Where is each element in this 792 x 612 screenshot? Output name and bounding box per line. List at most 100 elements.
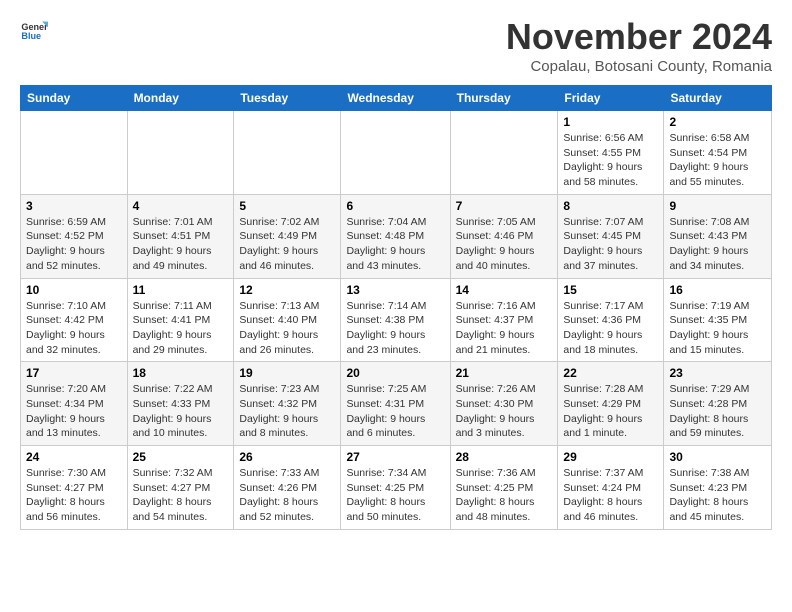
day-info: Sunrise: 7:14 AM Sunset: 4:38 PM Dayligh… [346, 299, 444, 358]
day-info: Sunrise: 7:02 AM Sunset: 4:49 PM Dayligh… [239, 215, 335, 274]
day-number: 6 [346, 199, 444, 213]
calendar-week-row: 24Sunrise: 7:30 AM Sunset: 4:27 PM Dayli… [21, 446, 772, 530]
day-info: Sunrise: 7:07 AM Sunset: 4:45 PM Dayligh… [563, 215, 658, 274]
col-sunday: Sunday [21, 86, 128, 111]
table-row [234, 111, 341, 195]
col-thursday: Thursday [450, 86, 558, 111]
day-number: 20 [346, 366, 444, 380]
calendar-header-row: Sunday Monday Tuesday Wednesday Thursday… [21, 86, 772, 111]
day-info: Sunrise: 7:22 AM Sunset: 4:33 PM Dayligh… [133, 382, 229, 441]
table-row: 13 Sunrise: 7:14 AM Sunset: 4:38 PM Dayli… [341, 278, 450, 362]
table-row: 8 Sunrise: 7:07 AM Sunset: 4:45 PM Daylig… [558, 194, 664, 278]
table-row: 10Sunrise: 7:10 AM Sunset: 4:42 PM Dayli… [21, 278, 128, 362]
table-row: 19 Sunrise: 7:23 AM Sunset: 4:32 PM Dayli… [234, 362, 341, 446]
day-info: Sunrise: 7:25 AM Sunset: 4:31 PM Dayligh… [346, 382, 444, 441]
day-info: Sunrise: 7:28 AM Sunset: 4:29 PM Dayligh… [563, 382, 658, 441]
table-row: 3Sunrise: 6:59 AM Sunset: 4:52 PM Daylig… [21, 194, 128, 278]
col-saturday: Saturday [664, 86, 772, 111]
logo: General Blue [20, 16, 48, 44]
col-wednesday: Wednesday [341, 86, 450, 111]
table-row: 29 Sunrise: 7:37 AM Sunset: 4:24 PM Dayli… [558, 446, 664, 530]
day-number: 29 [563, 450, 658, 464]
day-number: 11 [133, 283, 229, 297]
table-row: 6 Sunrise: 7:04 AM Sunset: 4:48 PM Daylig… [341, 194, 450, 278]
day-number: 9 [669, 199, 766, 213]
col-friday: Friday [558, 86, 664, 111]
table-row: 18 Sunrise: 7:22 AM Sunset: 4:33 PM Dayli… [127, 362, 234, 446]
day-info: Sunrise: 7:17 AM Sunset: 4:36 PM Dayligh… [563, 299, 658, 358]
day-number: 28 [456, 450, 553, 464]
table-row: 20 Sunrise: 7:25 AM Sunset: 4:31 PM Dayli… [341, 362, 450, 446]
day-info: Sunrise: 7:38 AM Sunset: 4:23 PM Dayligh… [669, 466, 766, 525]
day-info: Sunrise: 7:32 AM Sunset: 4:27 PM Dayligh… [133, 466, 229, 525]
page-header: General Blue November 2024 Copalau, Boto… [20, 16, 772, 75]
day-number: 8 [563, 199, 658, 213]
day-number: 22 [563, 366, 658, 380]
table-row: 15 Sunrise: 7:17 AM Sunset: 4:36 PM Dayli… [558, 278, 664, 362]
location-subtitle: Copalau, Botosani County, Romania [506, 58, 772, 75]
day-number: 4 [133, 199, 229, 213]
table-row: 30 Sunrise: 7:38 AM Sunset: 4:23 PM Dayli… [664, 446, 772, 530]
day-info: Sunrise: 7:36 AM Sunset: 4:25 PM Dayligh… [456, 466, 553, 525]
day-number: 5 [239, 199, 335, 213]
table-row: 1 Sunrise: 6:56 AM Sunset: 4:55 PM Daylig… [558, 111, 664, 195]
day-info: Sunrise: 7:33 AM Sunset: 4:26 PM Dayligh… [239, 466, 335, 525]
day-number: 26 [239, 450, 335, 464]
day-number: 1 [563, 115, 658, 129]
table-row: 7Sunrise: 7:05 AM Sunset: 4:46 PM Daylig… [450, 194, 558, 278]
day-info: Sunrise: 7:05 AM Sunset: 4:46 PM Dayligh… [456, 215, 553, 274]
table-row: 22 Sunrise: 7:28 AM Sunset: 4:29 PM Dayli… [558, 362, 664, 446]
day-number: 2 [669, 115, 766, 129]
table-row: 9 Sunrise: 7:08 AM Sunset: 4:43 PM Daylig… [664, 194, 772, 278]
day-info: Sunrise: 7:04 AM Sunset: 4:48 PM Dayligh… [346, 215, 444, 274]
day-number: 18 [133, 366, 229, 380]
day-info: Sunrise: 7:08 AM Sunset: 4:43 PM Dayligh… [669, 215, 766, 274]
table-row: 14Sunrise: 7:16 AM Sunset: 4:37 PM Dayli… [450, 278, 558, 362]
day-number: 15 [563, 283, 658, 297]
table-row [450, 111, 558, 195]
col-tuesday: Tuesday [234, 86, 341, 111]
day-number: 27 [346, 450, 444, 464]
day-number: 30 [669, 450, 766, 464]
svg-text:Blue: Blue [21, 31, 41, 41]
table-row: 25 Sunrise: 7:32 AM Sunset: 4:27 PM Dayli… [127, 446, 234, 530]
day-number: 10 [26, 283, 122, 297]
calendar-week-row: 3Sunrise: 6:59 AM Sunset: 4:52 PM Daylig… [21, 194, 772, 278]
month-title: November 2024 [506, 16, 772, 58]
day-number: 17 [26, 366, 122, 380]
table-row: 12Sunrise: 7:13 AM Sunset: 4:40 PM Dayli… [234, 278, 341, 362]
table-row: 27Sunrise: 7:34 AM Sunset: 4:25 PM Dayli… [341, 446, 450, 530]
day-info: Sunrise: 7:20 AM Sunset: 4:34 PM Dayligh… [26, 382, 122, 441]
table-row: 24Sunrise: 7:30 AM Sunset: 4:27 PM Dayli… [21, 446, 128, 530]
table-row [341, 111, 450, 195]
table-row: 4 Sunrise: 7:01 AM Sunset: 4:51 PM Daylig… [127, 194, 234, 278]
logo-icon: General Blue [20, 16, 48, 44]
table-row [21, 111, 128, 195]
day-number: 25 [133, 450, 229, 464]
day-number: 19 [239, 366, 335, 380]
table-row: 26 Sunrise: 7:33 AM Sunset: 4:26 PM Dayli… [234, 446, 341, 530]
table-row: 5 Sunrise: 7:02 AM Sunset: 4:49 PM Daylig… [234, 194, 341, 278]
day-info: Sunrise: 7:01 AM Sunset: 4:51 PM Dayligh… [133, 215, 229, 274]
calendar-week-row: 17 Sunrise: 7:20 AM Sunset: 4:34 PM Dayli… [21, 362, 772, 446]
day-info: Sunrise: 6:58 AM Sunset: 4:54 PM Dayligh… [669, 131, 766, 190]
day-info: Sunrise: 7:23 AM Sunset: 4:32 PM Dayligh… [239, 382, 335, 441]
calendar-week-row: 10Sunrise: 7:10 AM Sunset: 4:42 PM Dayli… [21, 278, 772, 362]
day-info: Sunrise: 7:29 AM Sunset: 4:28 PM Dayligh… [669, 382, 766, 441]
calendar-table: Sunday Monday Tuesday Wednesday Thursday… [20, 85, 772, 530]
day-info: Sunrise: 6:56 AM Sunset: 4:55 PM Dayligh… [563, 131, 658, 190]
day-number: 16 [669, 283, 766, 297]
day-info: Sunrise: 7:37 AM Sunset: 4:24 PM Dayligh… [563, 466, 658, 525]
day-number: 24 [26, 450, 122, 464]
day-number: 14 [456, 283, 553, 297]
col-monday: Monday [127, 86, 234, 111]
day-info: Sunrise: 7:19 AM Sunset: 4:35 PM Dayligh… [669, 299, 766, 358]
calendar-week-row: 1 Sunrise: 6:56 AM Sunset: 4:55 PM Daylig… [21, 111, 772, 195]
table-row: 23 Sunrise: 7:29 AM Sunset: 4:28 PM Dayli… [664, 362, 772, 446]
table-row: 2 Sunrise: 6:58 AM Sunset: 4:54 PM Daylig… [664, 111, 772, 195]
day-number: 13 [346, 283, 444, 297]
day-number: 23 [669, 366, 766, 380]
day-info: Sunrise: 7:11 AM Sunset: 4:41 PM Dayligh… [133, 299, 229, 358]
day-number: 3 [26, 199, 122, 213]
table-row: 11 Sunrise: 7:11 AM Sunset: 4:41 PM Dayli… [127, 278, 234, 362]
